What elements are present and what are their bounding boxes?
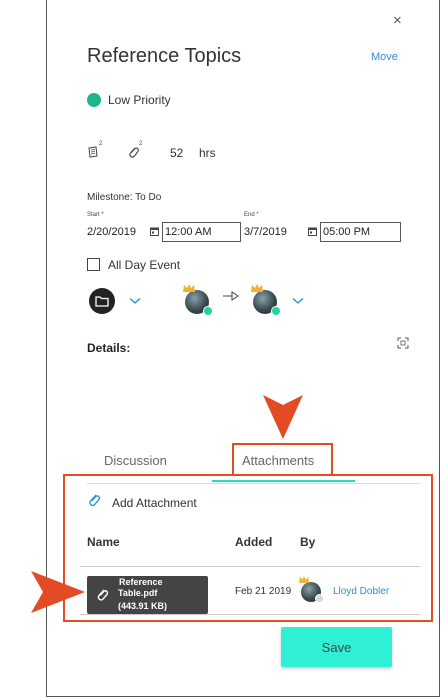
close-icon[interactable]: × [393,13,402,28]
annotation-arrow-down-icon [263,395,303,439]
all-day-label: All Day Event [108,258,181,272]
reviewer-avatar[interactable] [251,284,281,316]
milestone-label[interactable]: Milestone: To Do [87,192,161,203]
priority-label[interactable]: Low Priority [108,93,171,107]
all-day-checkbox[interactable] [87,258,100,271]
annotation-arrow-right-icon [31,571,85,613]
assignee-avatar[interactable] [183,284,213,316]
move-link[interactable]: Move [371,51,398,63]
details-heading: Details: [87,341,131,355]
crown-icon [251,284,263,292]
document-count: 2 [99,141,103,147]
calendar-icon[interactable] [308,227,317,236]
document-icon[interactable] [87,146,99,158]
chevron-down-icon[interactable] [292,297,304,305]
annotation-highlight-box [63,474,433,622]
priority-dot-icon [87,93,101,107]
folder-button[interactable] [89,288,115,314]
end-label: End * [244,212,259,218]
attachment-count: 2 [139,141,143,147]
hours-unit: hrs [199,146,216,160]
tab-discussion[interactable]: Discussion [104,453,167,468]
online-status-dot [203,306,213,316]
online-status-dot [271,306,281,316]
start-date-field[interactable]: 2/20/2019 [87,226,136,238]
annotation-highlight-tab [232,443,333,475]
folder-icon [95,296,109,307]
start-time-input[interactable]: 12:00 AM [162,222,241,242]
expand-icon[interactable] [397,337,409,349]
end-time-input[interactable]: 05:00 PM [320,222,401,242]
paperclip-icon[interactable] [127,145,139,159]
crown-icon [183,284,195,292]
arrow-right-icon [223,291,239,301]
hours-value: 52 [170,146,184,160]
calendar-icon[interactable] [150,227,159,236]
save-button[interactable]: Save [281,627,392,667]
end-date-field[interactable]: 3/7/2019 [244,226,287,238]
start-label: Start * [87,212,104,218]
chevron-down-icon[interactable] [129,297,141,305]
page-title: Reference Topics [87,45,242,67]
